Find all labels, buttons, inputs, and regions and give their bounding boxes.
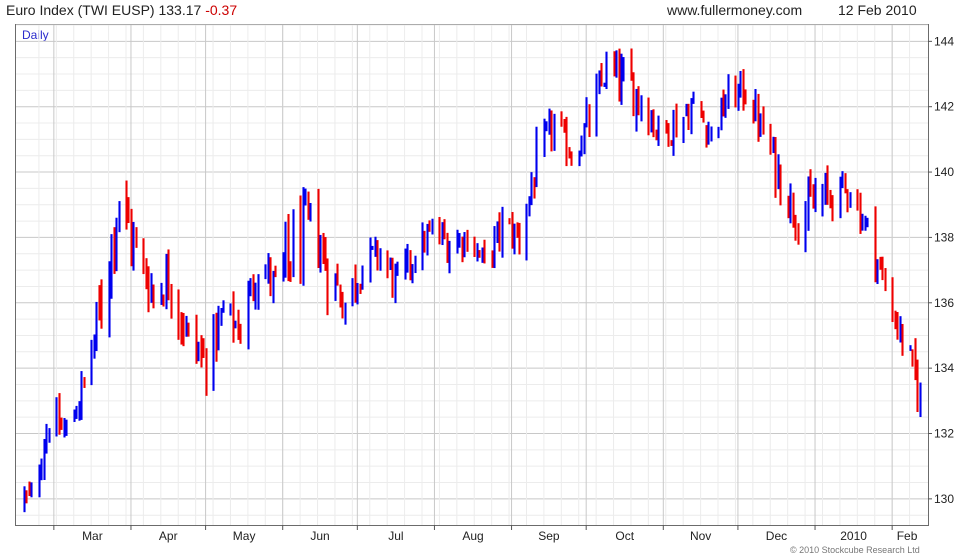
x-tick-label: Jun — [310, 529, 329, 543]
x-tick-label: Dec — [766, 529, 787, 543]
x-tick-label: Apr — [159, 529, 178, 543]
x-tick-label: Jul — [388, 529, 403, 543]
y-tick-label: 130 — [934, 492, 954, 506]
candlestick-chart: 130 132 134 136 138 140 142 144 Mar Apr May Jun Jul A… — [16, 24, 954, 543]
x-tick-label: Feb — [897, 529, 918, 543]
y-tick-label: 142 — [934, 100, 954, 114]
x-tick-label: Oct — [615, 529, 634, 543]
y-tick-label: 134 — [934, 361, 954, 375]
y-tick-label: 136 — [934, 296, 954, 310]
candles-group — [23, 48, 922, 513]
x-tick-label: Sep — [538, 529, 560, 543]
y-tick-label: 138 — [934, 230, 954, 244]
x-tick-label: 2010 — [840, 529, 867, 543]
y-tick-label: 132 — [934, 426, 954, 440]
y-tick-label: 140 — [934, 165, 954, 179]
copyright-notice: © 2010 Stockcube Research Ltd — [790, 545, 920, 555]
x-tick-label: Aug — [462, 529, 483, 543]
x-tick-label: Mar — [82, 529, 103, 543]
x-tick-label: Nov — [690, 529, 711, 543]
y-tick-label: 144 — [934, 34, 954, 48]
x-tick-label: May — [233, 529, 256, 543]
